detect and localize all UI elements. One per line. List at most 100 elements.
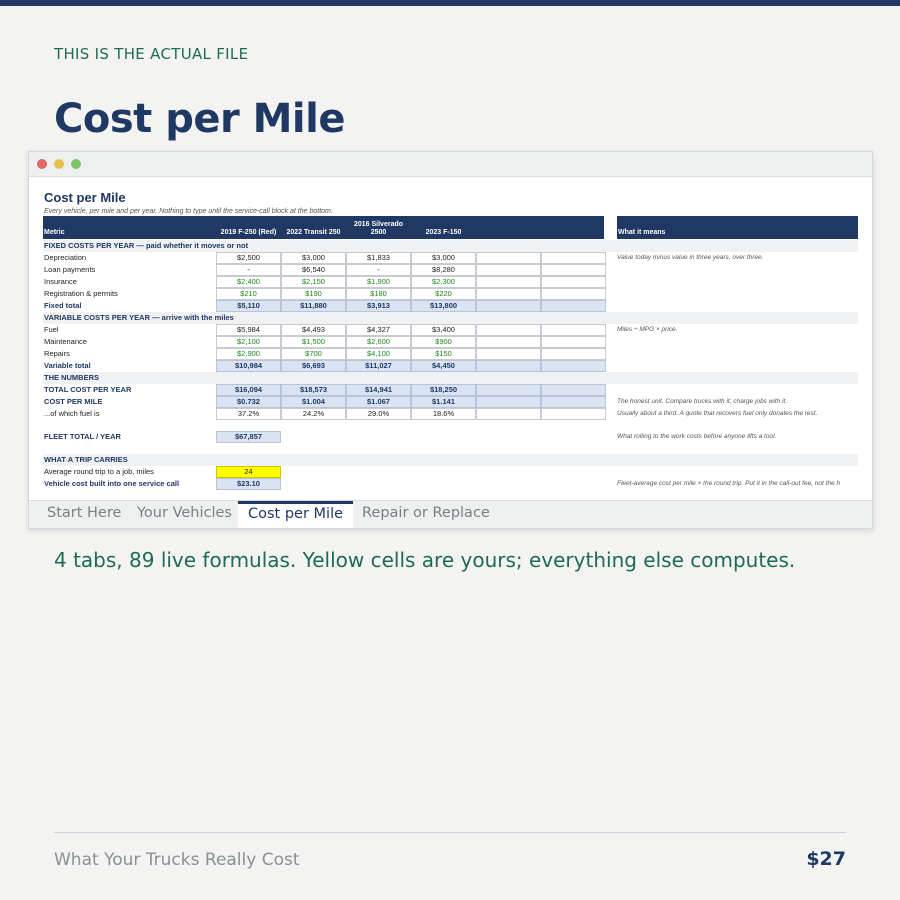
cell[interactable]: - <box>346 264 411 276</box>
round-trip-input-cell[interactable]: 24 <box>216 466 281 478</box>
cell[interactable]: $4,493 <box>281 324 346 336</box>
price-label: $27 <box>806 848 846 870</box>
spreadsheet-window: Cost per Mile Every vehicle, per mile an… <box>28 151 873 529</box>
empty-cell[interactable] <box>541 324 606 336</box>
empty-cell[interactable] <box>541 384 606 396</box>
cell[interactable]: $2,900 <box>216 348 281 360</box>
tab-cost-per-mile[interactable]: Cost per Mile <box>238 501 354 528</box>
tab-your-vehicles[interactable]: Your Vehicles <box>137 505 232 521</box>
empty-cell[interactable] <box>476 396 541 408</box>
empty-cell[interactable] <box>476 276 541 288</box>
empty-cell[interactable] <box>476 300 541 312</box>
empty-cell[interactable] <box>476 252 541 264</box>
cell[interactable]: $1.141 <box>411 396 476 408</box>
cell[interactable]: $1.004 <box>281 396 346 408</box>
cell[interactable]: $2,300 <box>411 276 476 288</box>
sheet-area: Cost per Mile Every vehicle, per mile an… <box>29 178 872 500</box>
cell[interactable]: $2,150 <box>281 276 346 288</box>
cell[interactable]: $23.10 <box>216 478 281 490</box>
cell[interactable]: $3,000 <box>411 252 476 264</box>
minimize-window-dot[interactable] <box>54 159 64 169</box>
sheet-tab-bar: Start Here Your Vehicles Cost per Mile R… <box>29 500 872 528</box>
cell[interactable]: $67,857 <box>216 431 281 443</box>
header-vehicle-2: 2022 Transit 250 <box>286 229 341 236</box>
cell[interactable]: 18.6% <box>411 408 476 420</box>
cell[interactable]: $4,327 <box>346 324 411 336</box>
empty-cell[interactable] <box>476 408 541 420</box>
cell[interactable]: $2,500 <box>216 252 281 264</box>
cell[interactable]: $11,880 <box>281 300 346 312</box>
cell[interactable]: $11,027 <box>346 360 411 372</box>
column-header-bar: Metric 2019 F-250 (Red) 2022 Transit 250… <box>43 216 604 239</box>
cell[interactable]: $190 <box>281 288 346 300</box>
cell[interactable]: $2,100 <box>216 336 281 348</box>
empty-cell[interactable] <box>476 384 541 396</box>
note-fuel-share: Usually about a third. A quote that reco… <box>617 410 818 417</box>
empty-cell[interactable] <box>541 396 606 408</box>
cell[interactable]: $700 <box>281 348 346 360</box>
cell[interactable]: $4,450 <box>411 360 476 372</box>
cell[interactable]: $18,573 <box>281 384 346 396</box>
close-window-dot[interactable] <box>37 159 47 169</box>
cell[interactable]: $14,941 <box>346 384 411 396</box>
cell[interactable]: $1.067 <box>346 396 411 408</box>
maximize-window-dot[interactable] <box>71 159 81 169</box>
section-trip: WHAT A TRIP CARRIES <box>43 454 858 466</box>
cell[interactable]: $10,984 <box>216 360 281 372</box>
cell[interactable]: $1,500 <box>281 336 346 348</box>
tab-start-here[interactable]: Start Here <box>47 505 121 521</box>
cell[interactable]: $6,540 <box>281 264 346 276</box>
eyebrow-label: THIS IS THE ACTUAL FILE <box>54 45 249 63</box>
cell[interactable]: $210 <box>216 288 281 300</box>
empty-cell[interactable] <box>541 336 606 348</box>
top-accent-bar <box>0 0 900 6</box>
sheet-subtitle: Every vehicle, per mile and per year. No… <box>44 208 333 215</box>
empty-cell[interactable] <box>476 288 541 300</box>
cell[interactable]: $6,693 <box>281 360 346 372</box>
cell[interactable]: $0.732 <box>216 396 281 408</box>
cell[interactable]: $16,094 <box>216 384 281 396</box>
cell[interactable]: $2,400 <box>216 276 281 288</box>
empty-cell[interactable] <box>476 360 541 372</box>
empty-cell[interactable] <box>476 336 541 348</box>
cell[interactable]: $5,984 <box>216 324 281 336</box>
cell[interactable]: 29.0% <box>346 408 411 420</box>
empty-cell[interactable] <box>541 276 606 288</box>
cell[interactable]: $3,913 <box>346 300 411 312</box>
header-notes: What it means <box>618 229 666 236</box>
tab-repair-or-replace[interactable]: Repair or Replace <box>362 505 490 521</box>
empty-cell[interactable] <box>476 264 541 276</box>
section-fixed-costs: FIXED COSTS PER YEAR — paid whether it m… <box>43 240 858 252</box>
cell[interactable]: 24.2% <box>281 408 346 420</box>
cell[interactable]: $3,000 <box>281 252 346 264</box>
cell[interactable]: $3,400 <box>411 324 476 336</box>
cell[interactable]: $150 <box>411 348 476 360</box>
empty-cell[interactable] <box>541 252 606 264</box>
cell[interactable]: - <box>216 264 281 276</box>
empty-cell[interactable] <box>541 360 606 372</box>
sheet-title: Cost per Mile <box>44 190 126 205</box>
cell[interactable]: $5,110 <box>216 300 281 312</box>
empty-cell[interactable] <box>541 300 606 312</box>
cell[interactable]: $1,833 <box>346 252 411 264</box>
cell[interactable]: $180 <box>346 288 411 300</box>
cell[interactable]: $220 <box>411 288 476 300</box>
section-variable-costs: VARIABLE COSTS PER YEAR — arrive with th… <box>43 312 858 324</box>
cell[interactable]: $8,280 <box>411 264 476 276</box>
cell[interactable]: $2,600 <box>346 336 411 348</box>
empty-cell[interactable] <box>476 348 541 360</box>
cell[interactable]: $900 <box>411 336 476 348</box>
cell[interactable]: $13,800 <box>411 300 476 312</box>
empty-cell[interactable] <box>541 264 606 276</box>
window-titlebar <box>29 152 872 177</box>
empty-cell[interactable] <box>541 408 606 420</box>
empty-cell[interactable] <box>541 288 606 300</box>
cell[interactable]: $4,100 <box>346 348 411 360</box>
header-vehicle-1: 2019 F-250 (Red) <box>220 229 277 236</box>
cell[interactable]: 37.2% <box>216 408 281 420</box>
cell[interactable]: $1,900 <box>346 276 411 288</box>
cell[interactable]: $18,250 <box>411 384 476 396</box>
note-depreciation: Value today minus value in three years, … <box>617 254 764 261</box>
empty-cell[interactable] <box>476 324 541 336</box>
empty-cell[interactable] <box>541 348 606 360</box>
